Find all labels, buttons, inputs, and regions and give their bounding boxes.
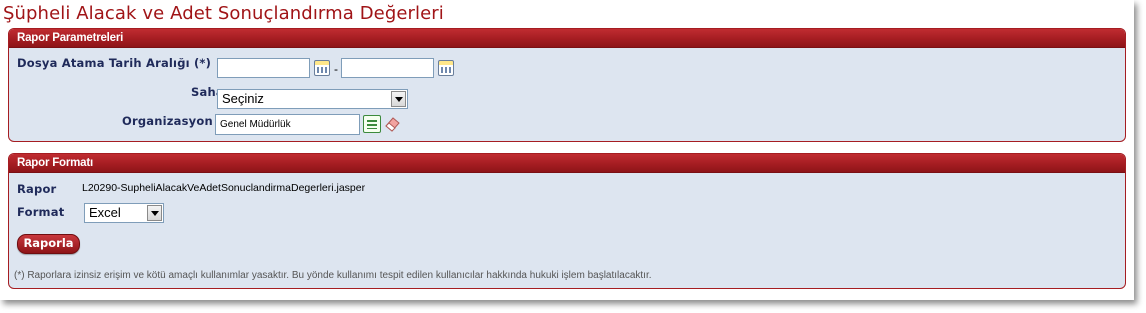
format-selected-value: Excel xyxy=(89,205,121,220)
report-format-header: Rapor Formatı xyxy=(9,154,1125,173)
organization-label: Organizasyon xyxy=(122,114,213,128)
date-separator: - xyxy=(334,62,338,76)
saha-select[interactable]: Seçiniz xyxy=(217,89,408,109)
calendar-icon[interactable] xyxy=(438,60,454,76)
report-parameters-panel: Rapor Parametreleri Dosya Atama Tarih Ar… xyxy=(8,28,1126,142)
report-format-panel: Rapor Formatı Rapor L20290-SupheliAlacak… xyxy=(8,153,1126,289)
report-parameters-header: Rapor Parametreleri xyxy=(9,29,1125,48)
legal-footnote: (*) Raporlara izinsiz erişim ve kötü ama… xyxy=(14,270,652,281)
eraser-icon[interactable] xyxy=(383,115,401,133)
chevron-down-icon[interactable] xyxy=(147,205,162,221)
date-range-label: Dosya Atama Tarih Aralığı (*) xyxy=(17,56,212,70)
report-label: Rapor xyxy=(17,182,57,196)
date-from-input[interactable] xyxy=(217,58,310,78)
chevron-down-icon[interactable] xyxy=(391,91,406,107)
list-select-icon[interactable] xyxy=(363,115,381,133)
report-submit-button[interactable]: Raporla xyxy=(17,234,80,254)
organization-input[interactable] xyxy=(215,114,360,135)
report-file-name: L20290-SupheliAlacakVeAdetSonuclandirmaD… xyxy=(82,182,366,194)
report-window: Şüpheli Alacak ve Adet Sonuçlandırma Değ… xyxy=(0,0,1134,300)
format-label: Format xyxy=(17,205,65,219)
saha-selected-value: Seçiniz xyxy=(222,91,264,106)
date-to-input[interactable] xyxy=(341,58,434,78)
calendar-icon[interactable] xyxy=(314,60,330,76)
format-select[interactable]: Excel xyxy=(84,203,164,223)
page-title: Şüpheli Alacak ve Adet Sonuçlandırma Değ… xyxy=(3,3,444,24)
